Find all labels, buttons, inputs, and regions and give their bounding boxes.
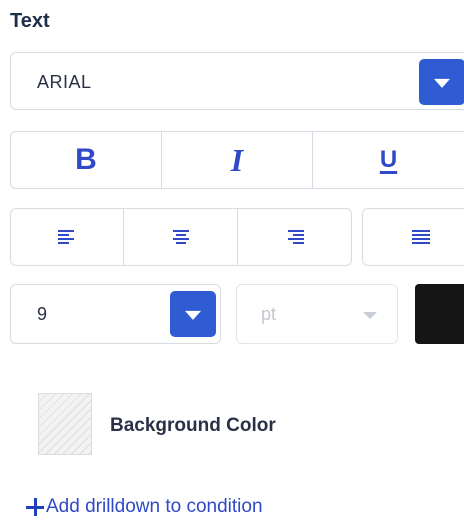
add-drilldown-link[interactable]: Add drilldown to condition bbox=[26, 496, 263, 518]
italic-button[interactable]: I bbox=[162, 132, 313, 188]
font-size-select[interactable]: 9 bbox=[10, 284, 221, 344]
plus-icon bbox=[26, 498, 44, 516]
add-drilldown-label: Add drilldown to condition bbox=[46, 496, 263, 517]
font-color-swatch[interactable] bbox=[415, 284, 464, 344]
font-family-dropdown-button[interactable] bbox=[419, 59, 464, 105]
font-size-value: 9 bbox=[37, 304, 48, 324]
font-unit-select[interactable]: pt bbox=[236, 284, 398, 344]
font-style-group: B I U bbox=[10, 131, 464, 189]
text-format-panel: Text ARIAL B I U 9 pt Background Color A… bbox=[0, 0, 464, 526]
underline-button[interactable]: U bbox=[313, 132, 464, 188]
alignment-group bbox=[10, 208, 464, 266]
font-unit-value: pt bbox=[261, 304, 277, 324]
align-right-icon bbox=[286, 230, 304, 244]
chevron-down-icon bbox=[363, 312, 377, 319]
align-center-button[interactable] bbox=[124, 208, 238, 266]
align-right-button[interactable] bbox=[238, 208, 352, 266]
align-center-icon bbox=[172, 230, 190, 244]
background-color-swatch[interactable] bbox=[38, 393, 92, 455]
align-left-button[interactable] bbox=[10, 208, 124, 266]
align-justify-button[interactable] bbox=[362, 208, 464, 266]
align-justify-icon bbox=[412, 230, 430, 244]
font-family-value: ARIAL bbox=[37, 72, 92, 92]
font-family-select[interactable]: ARIAL bbox=[10, 52, 464, 110]
background-color-label: Background Color bbox=[110, 415, 276, 436]
font-size-dropdown-button[interactable] bbox=[170, 291, 216, 337]
bold-button[interactable]: B bbox=[11, 132, 162, 188]
section-title: Text bbox=[10, 10, 50, 32]
chevron-down-icon bbox=[434, 78, 450, 88]
chevron-down-icon bbox=[185, 310, 201, 320]
align-left-icon bbox=[58, 230, 76, 244]
